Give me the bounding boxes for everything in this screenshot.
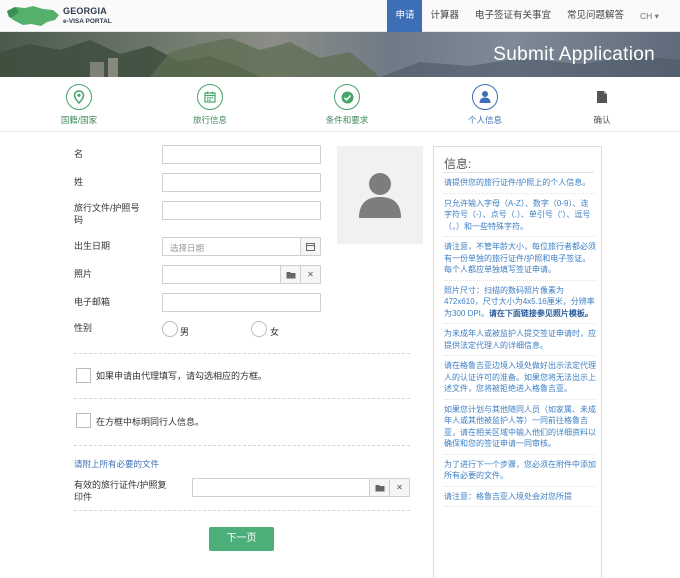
companion-checkbox[interactable] (76, 413, 91, 428)
photo-label: 照片 (74, 269, 93, 279)
divider (74, 398, 410, 399)
first-name-label: 名 (74, 149, 84, 159)
birthdate-label: 出生日期 (74, 241, 111, 251)
divider (74, 353, 410, 354)
info-title: 信息: (444, 157, 472, 171)
info-paragraph: 照片尺寸：扫描的数码照片像素为472x610，尺寸大小为4x5.16厘米，分辨率… (444, 285, 596, 324)
info-body: 请提供您的旅行证件/护照上的个人信息。 只允许输入字母（A-Z）、数字（0-9）… (444, 177, 596, 511)
page-banner: Submit Application (0, 32, 680, 77)
calendar-icon (204, 91, 216, 103)
language-selector[interactable]: CH ▾ (632, 0, 680, 32)
step-confirm[interactable]: 确认 (557, 84, 647, 126)
close-icon: ✕ (396, 483, 403, 492)
last-name-input[interactable] (162, 173, 321, 192)
proxy-checkbox[interactable] (76, 368, 91, 383)
info-paragraph: 为了进行下一个步骤，您必须在附件中添加所有必要的文件。 (444, 459, 596, 487)
nav-item-evisa-info[interactable]: 电子签证有关事宜 (467, 0, 559, 32)
email-label: 电子邮箱 (74, 297, 111, 307)
clear-passport-copy-button[interactable]: ✕ (389, 479, 409, 496)
divider (74, 445, 410, 446)
avatar-placeholder-icon (359, 173, 401, 218)
gender-male-radio[interactable] (162, 321, 178, 337)
gender-label: 性别 (74, 323, 93, 333)
document-icon (597, 91, 607, 103)
birthdate-placeholder: 选择日期 (170, 243, 205, 253)
info-paragraph: 如果您计划与其他随同人员（如家属、未成年人或其他被监护人等）一同前往格鲁吉亚，请… (444, 404, 596, 455)
brand-subtitle: e-VISA PORTAL (63, 18, 112, 25)
step-label: 条件和要求 (325, 115, 369, 125)
divider (74, 510, 410, 511)
check-icon (341, 91, 353, 103)
logo[interactable]: GEORGIA e-VISA PORTAL (5, 3, 125, 29)
gender-male-label: 男 (180, 327, 190, 337)
user-icon (479, 91, 491, 103)
calendar-picker-button[interactable] (300, 238, 320, 255)
nav-item-faq[interactable]: 常见问题解答 (559, 0, 632, 32)
passport-number-label: 旅行文件/护照号码 (74, 203, 140, 225)
photo-template-link[interactable]: 请在下面链接参见照片模板。 (489, 309, 593, 318)
gender-female-label: 女 (270, 327, 280, 337)
clear-photo-button[interactable]: ✕ (300, 266, 320, 283)
photo-file-input[interactable]: ✕ (162, 265, 321, 284)
passport-copy-label: 有效的旅行证件/护照复印件 (74, 480, 167, 502)
info-paragraph: 请注意，不管年龄大小，每位旅行者都必须有一份单独的旅行证件/护照和电子签证。每个… (444, 241, 596, 281)
browse-photo-button[interactable] (280, 266, 300, 283)
birthdate-input[interactable]: 选择日期 (162, 237, 321, 256)
folder-icon (375, 484, 384, 491)
step-travel-info[interactable]: 旅行信息 (165, 84, 255, 126)
upload-documents-link[interactable]: 请附上所有必要的文件 (74, 458, 159, 470)
passport-number-input[interactable] (162, 201, 321, 220)
step-nationality[interactable]: 国籍/国家 (34, 84, 124, 126)
info-paragraph: 请注意：格鲁吉亚入境处会对您所提 (444, 491, 596, 507)
top-navigation: GEORGIA e-VISA PORTAL 申请 计算器 电子签证有关事宜 常见… (0, 0, 680, 32)
calendar-icon (306, 243, 315, 251)
step-label: 确认 (593, 115, 611, 125)
step-personal-info[interactable]: 个人信息 (440, 84, 530, 126)
gender-female-radio[interactable] (251, 321, 267, 337)
info-panel: 信息: 请提供您的旅行证件/护照上的个人信息。 只允许输入字母（A-Z）、数字（… (433, 146, 602, 578)
info-paragraph: 只允许输入字母（A-Z）、数字（0-9）、连字符号（-）、点号（.）、单引号（'… (444, 198, 596, 237)
passport-copy-file-input[interactable]: ✕ (192, 478, 410, 497)
step-label: 个人信息 (467, 115, 502, 125)
info-paragraph: 请在格鲁吉亚边境入境处做好出示法定代理人的认证许可的准备。如果您将无法出示上述文… (444, 360, 596, 400)
nav-item-calculator[interactable]: 计算器 (422, 0, 467, 32)
proxy-checkbox-label: 如果申请由代理填写，请勾选相应的方框。 (96, 371, 268, 381)
step-label: 国籍/国家 (60, 115, 98, 125)
next-page-button[interactable]: 下一页 (209, 527, 274, 551)
folder-icon (286, 271, 295, 278)
map-pin-icon (73, 90, 85, 104)
info-paragraph: 请提供您的旅行证件/护照上的个人信息。 (444, 177, 596, 194)
nav-item-apply[interactable]: 申请 (387, 0, 423, 32)
georgia-map-icon (7, 6, 59, 26)
last-name-label: 姓 (74, 177, 84, 187)
email-input[interactable] (162, 293, 321, 312)
banner-title: Submit Application (493, 44, 655, 65)
step-label: 旅行信息 (192, 115, 227, 125)
step-conditions[interactable]: 条件和要求 (302, 84, 392, 126)
progress-steps: 国籍/国家 旅行信息 条件和要求 个人信息 确认 (0, 77, 680, 132)
first-name-input[interactable] (162, 145, 321, 164)
nav-menu: 申请 计算器 电子签证有关事宜 常见问题解答 CH ▾ (387, 0, 680, 32)
close-icon: ✕ (307, 270, 314, 279)
brand-name: GEORGIA (63, 6, 107, 16)
photo-preview (337, 146, 423, 244)
browse-passport-copy-button[interactable] (369, 479, 389, 496)
companion-checkbox-label: 在方框中标明同行人信息。 (96, 417, 205, 427)
info-paragraph: 为未成年人或被监护人提交签证申请时，应提供法定代理人的详细信息。 (444, 328, 596, 356)
